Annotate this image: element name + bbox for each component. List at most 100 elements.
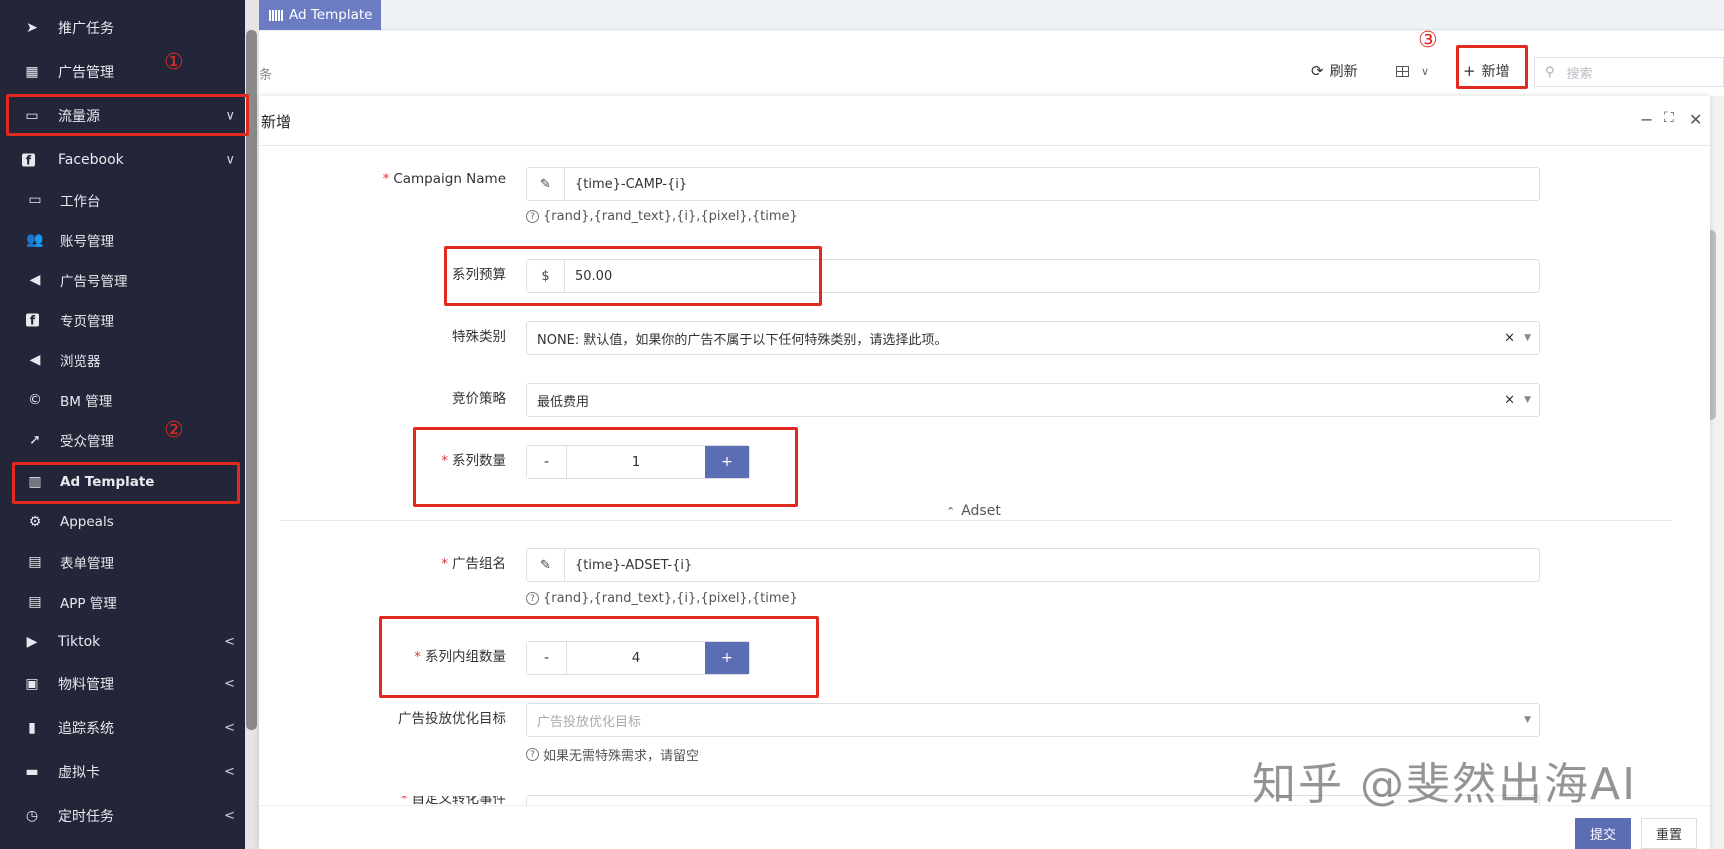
tab-label: Ad Template — [289, 7, 373, 23]
annotation-marker: ① — [164, 50, 184, 75]
sidebar-item-15[interactable]: ▶ Tiktok < — [0, 622, 245, 662]
annotation-marker: ② — [164, 418, 184, 443]
special-category-select[interactable]: NONE: 默认值，如果你的广告不属于以下任何特殊类别，请选择此项。 × ▼ — [526, 321, 1540, 355]
modal-header: 新增 − ⛶ ✕ — [259, 96, 1710, 146]
sidebar-item-2[interactable]: ▭ 流量源 ∨ — [0, 96, 245, 136]
sidebar-item-12[interactable]: ⚙ Appeals — [0, 502, 245, 542]
adset-section-toggle[interactable]: ⌃ Adset — [940, 503, 1007, 519]
search-icon: ⚲ — [1545, 64, 1555, 80]
adset-name-hint: ? {rand},{rand_text},{i},{pixel},{time} — [526, 591, 798, 606]
sidebar-item-14[interactable]: ▤ APP 管理 — [0, 582, 245, 622]
users-icon: 👥 — [26, 232, 44, 248]
optimization-goal-hint: ? 如果无需特殊需求，请留空 — [526, 745, 699, 764]
sidebar-item-1[interactable]: ▦ 广告管理 ① — [0, 50, 245, 92]
sidebar-item-label: Facebook — [58, 152, 124, 168]
clock-icon: ◷ — [25, 808, 39, 824]
submit-button[interactable]: 提交 — [1575, 818, 1631, 849]
sidebar-item-label: 表单管理 — [60, 556, 114, 572]
sidebar-item-label: 受众管理 — [60, 434, 114, 450]
monitor-icon: ▭ — [25, 108, 39, 124]
file-icon: ▤ — [28, 594, 42, 610]
grid-icon: ▦ — [25, 64, 39, 80]
facebook-icon: f — [22, 153, 35, 167]
megaphone-icon: ◀ — [29, 272, 41, 288]
sidebar-item-9[interactable]: © BM 管理 — [0, 380, 245, 420]
sidebar-item-label: 定时任务 — [58, 809, 114, 825]
sidebar-item-7[interactable]: f 专页管理 — [0, 300, 245, 340]
annotation-box-adset-count — [379, 616, 819, 698]
caret-down-icon: ▼ — [1524, 715, 1531, 725]
chevron-left-icon: < — [224, 634, 235, 650]
location-arrow-icon: ➚ — [29, 432, 41, 448]
chevron-left-icon: < — [224, 808, 235, 824]
chevron-down-icon: ∨ — [225, 152, 235, 168]
adset-name-field[interactable]: ✎ {time}-ADSET-{i} — [526, 548, 1540, 582]
sidebar-item-6[interactable]: ◀ 广告号管理 — [0, 260, 245, 300]
play-circle-icon: ▶ — [26, 634, 38, 650]
sidebar-item-3[interactable]: f Facebook ∨ — [0, 140, 245, 180]
sidebar-item-label: 专页管理 — [60, 314, 114, 330]
monitor-icon: ▭ — [28, 192, 42, 208]
bar-chart-icon: ▮ — [28, 720, 36, 736]
sidebar-item-label: 流量源 — [58, 109, 100, 125]
question-icon: ? — [526, 592, 539, 605]
sidebar-item-label: Appeals — [60, 514, 114, 530]
file-icon: ▤ — [28, 554, 42, 570]
caret-down-icon: ▼ — [1524, 395, 1531, 405]
sidebar-item-13[interactable]: ▤ 表单管理 — [0, 542, 245, 582]
campaign-name-label: * Campaign Name — [382, 171, 506, 187]
refresh-icon: ⟳ — [1311, 62, 1324, 80]
pencil-icon: ✎ — [527, 549, 565, 581]
optimization-goal-select[interactable]: 广告投放优化目标 ▼ — [526, 703, 1540, 737]
sidebar-item-label: 广告管理 — [58, 65, 114, 81]
bid-strategy-value: 最低费用 — [537, 394, 590, 410]
custom-event-label: * 自定义转化事件 — [400, 796, 506, 804]
maximize-icon[interactable]: ⛶ — [1664, 110, 1674, 126]
refresh-label: 刷新 — [1329, 64, 1358, 80]
campaign-name-field[interactable]: ✎ {time}-CAMP-{i} — [526, 167, 1540, 201]
refresh-button[interactable]: ⟳ 刷新 — [1311, 60, 1358, 82]
facebook-icon: f — [26, 313, 39, 327]
sidebar-item-16[interactable]: ▣ 物料管理 < — [0, 664, 245, 704]
optimization-goal-label: 广告投放优化目标 — [398, 711, 506, 727]
annotation-marker-3: ③ — [1418, 28, 1438, 53]
sidebar-item-5[interactable]: 👥 账号管理 — [0, 220, 245, 260]
tab-bar — [259, 0, 1724, 30]
barcode-icon — [269, 9, 283, 21]
sidebar-item-0[interactable]: ➤ 推广任务 — [0, 8, 245, 48]
chevron-down-icon: ∨ — [1421, 64, 1430, 78]
sidebar-item-8[interactable]: ◀ 浏览器 — [0, 340, 245, 380]
minimize-icon[interactable]: − — [1640, 110, 1653, 129]
chevron-left-icon: < — [224, 720, 235, 736]
reset-button[interactable]: 重置 — [1641, 818, 1697, 849]
record-count-fragment: 条 — [259, 68, 273, 83]
gear-icon: ⚙ — [28, 514, 42, 530]
tab-ad-template[interactable]: Ad Template — [259, 0, 381, 30]
sidebar-item-label: 广告号管理 — [60, 274, 128, 290]
campaign-name-hint: ? {rand},{rand_text},{i},{pixel},{time} — [526, 209, 798, 224]
campaign-name-value: {time}-CAMP-{i} — [575, 176, 688, 192]
sidebar-item-10[interactable]: ➚ 受众管理 ② — [0, 418, 245, 460]
sidebar-item-4[interactable]: ▭ 工作台 — [0, 180, 245, 220]
bid-strategy-select[interactable]: 最低费用 × ▼ — [526, 383, 1540, 417]
clear-icon[interactable]: × — [1504, 393, 1515, 408]
sidebar-item-11[interactable]: ▥ Ad Template — [0, 462, 245, 502]
watermark: 知乎 @斐然出海AI — [1252, 759, 1638, 810]
sidebar-item-label: 推广任务 — [58, 21, 114, 37]
search-placeholder: 搜索 — [1566, 66, 1593, 82]
chevron-down-icon: ∨ — [225, 108, 235, 124]
sidebar-item-18[interactable]: ▬ 虚拟卡 < — [0, 752, 245, 792]
section-divider — [280, 520, 1672, 521]
search-input[interactable]: ⚲ 搜索 — [1534, 57, 1724, 87]
clear-icon[interactable]: × — [1504, 331, 1515, 346]
chevron-left-icon: < — [224, 676, 235, 692]
sidebar-item-17[interactable]: ▮ 追踪系统 < — [0, 708, 245, 748]
close-icon[interactable]: ✕ — [1689, 110, 1702, 129]
sidebar-item-label: 追踪系统 — [58, 721, 114, 737]
sidebar-item-19[interactable]: ◷ 定时任务 < — [0, 796, 245, 836]
sidebar-item-label: 账号管理 — [60, 234, 114, 250]
send-icon: ➤ — [26, 20, 38, 36]
columns-toggle-button[interactable]: ∨ — [1396, 60, 1429, 82]
adset-name-value: {time}-ADSET-{i} — [575, 557, 693, 573]
sidebar-item-label: 浏览器 — [60, 354, 101, 370]
